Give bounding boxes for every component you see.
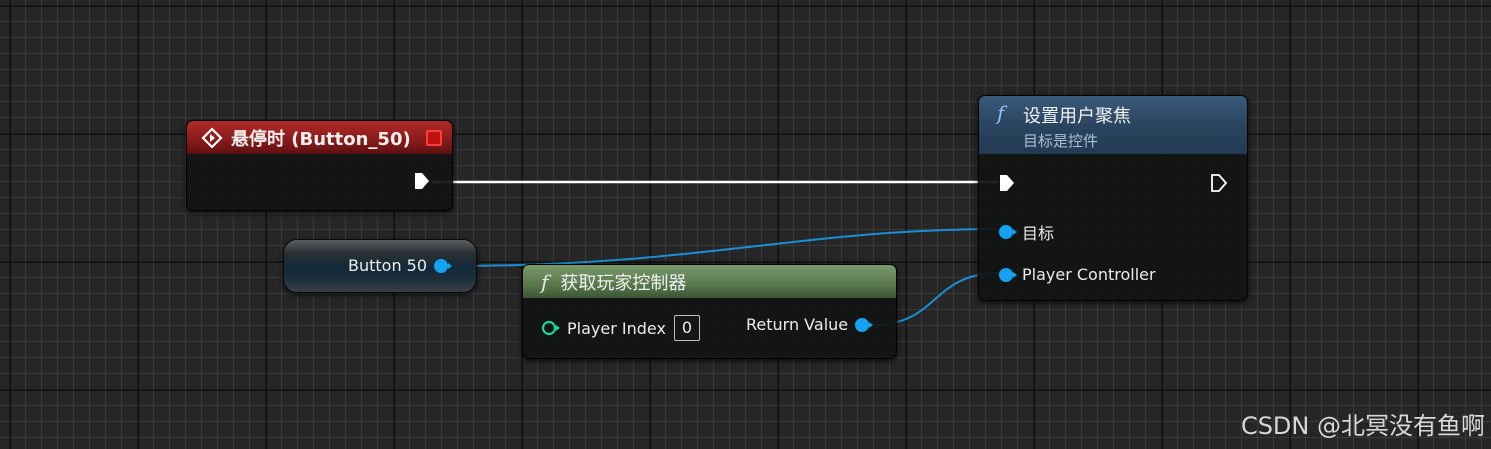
blueprint-graph-canvas[interactable]: 悬停时 (Button_50) Button 50 f 获取玩家控制器 Play…: [0, 0, 1491, 449]
watermark: CSDN @北冥没有鱼啊: [1240, 412, 1485, 440]
get-player-controller-node[interactable]: f 获取玩家控制器 Player Index 0 Return Value: [522, 264, 897, 359]
player-index-label: Player Index: [567, 318, 666, 338]
event-node-title: 悬停时 (Button_50): [231, 128, 411, 150]
exec-output-row: [1210, 174, 1228, 192]
button-50-label: Button 50: [348, 256, 428, 275]
get-player-controller-header[interactable]: f 获取玩家控制器: [523, 265, 896, 298]
player-index-row: Player Index 0: [541, 315, 700, 341]
return-value-output-pin[interactable]: [854, 317, 874, 333]
set-user-focus-header[interactable]: f 设置用户聚焦 目标是控件: [979, 96, 1247, 154]
exec-output-pin[interactable]: [413, 172, 431, 190]
button-50-variable-node[interactable]: Button 50: [283, 239, 477, 293]
get-player-controller-title: 获取玩家控制器: [560, 272, 687, 294]
event-diamond-icon: [201, 126, 223, 149]
set-user-focus-subtitle: 目标是控件: [1023, 132, 1099, 150]
event-node-header[interactable]: 悬停时 (Button_50): [187, 121, 452, 154]
player-controller-input-pin[interactable]: [998, 267, 1018, 283]
player-controller-input-row: Player Controller: [998, 265, 1156, 284]
wires-layer: [432, 180, 1001, 326]
player-index-input-pin[interactable]: [541, 320, 561, 336]
target-label: 目标: [1022, 224, 1055, 243]
set-user-focus-node[interactable]: f 设置用户聚焦 目标是控件 目标 Player Controller: [978, 95, 1248, 301]
function-f-icon: f: [541, 269, 549, 294]
button-50-output-row: Button 50: [348, 256, 453, 275]
target-wire[interactable]: [451, 228, 1001, 267]
hover-event-node[interactable]: 悬停时 (Button_50): [186, 120, 453, 211]
return-value-label: Return Value: [746, 315, 849, 334]
target-input-pin[interactable]: [998, 224, 1018, 240]
exec-input-row: [998, 174, 1016, 192]
stop-square-icon: [426, 130, 442, 146]
button-50-output-pin[interactable]: [433, 258, 453, 274]
player-index-field[interactable]: 0: [673, 315, 700, 341]
event-exec-out-row: [413, 172, 431, 190]
exec-output-pin[interactable]: [1210, 174, 1228, 192]
set-user-focus-title: 设置用户聚焦: [1023, 106, 1131, 127]
exec-input-pin[interactable]: [998, 174, 1016, 192]
player-controller-label: Player Controller: [1022, 265, 1156, 284]
function-f-icon: f: [997, 101, 1005, 125]
target-input-row: 目标: [998, 220, 1054, 244]
return-value-row: Return Value: [746, 315, 874, 334]
